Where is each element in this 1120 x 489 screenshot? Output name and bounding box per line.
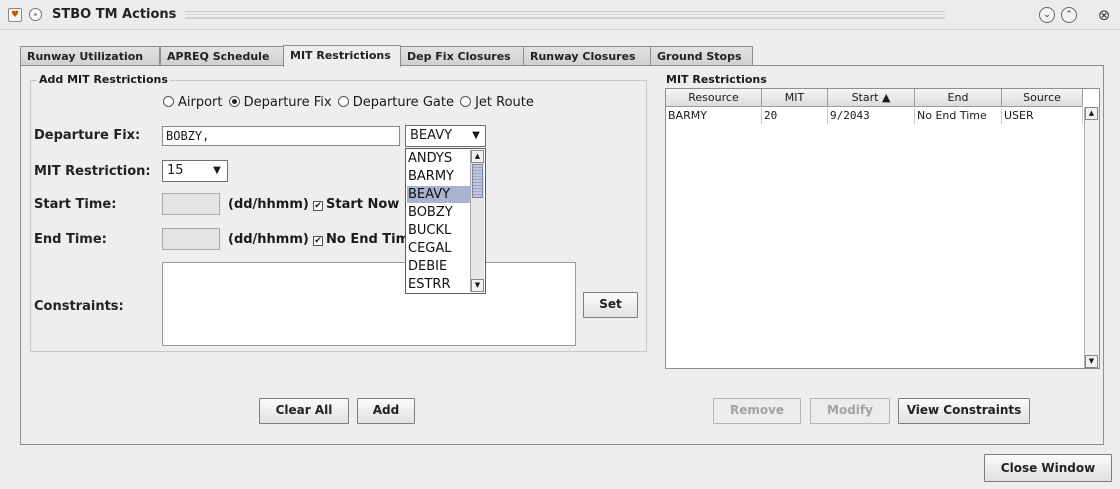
dropdown-item[interactable]: ESTRR bbox=[407, 276, 470, 293]
end-time-input[interactable] bbox=[162, 228, 220, 250]
table-cell-mit[interactable]: 20 bbox=[762, 108, 828, 124]
restriction-type-radios: Airport Departure Fix Departure Gate Jet… bbox=[163, 95, 536, 110]
departure-fix-label: Departure Fix: bbox=[34, 128, 141, 143]
start-time-format: (dd/hhmm) bbox=[228, 197, 309, 212]
radio-jet-route-icon bbox=[460, 96, 472, 107]
column-header-mit[interactable]: MIT bbox=[762, 89, 828, 107]
tab-mit-restrictions[interactable]: MIT Restrictions bbox=[283, 45, 401, 67]
set-button[interactable]: Set bbox=[583, 292, 638, 318]
no-end-time-checkbox[interactable]: ✔ No End Tim bbox=[313, 232, 409, 247]
scroll-down-icon[interactable]: ▼ bbox=[471, 279, 484, 292]
radio-departure-fix[interactable]: Departure Fix bbox=[228, 95, 332, 110]
radio-airport[interactable]: Airport bbox=[163, 95, 223, 110]
radio-departure-fix-icon bbox=[228, 96, 240, 107]
fix-combo-value: BEAVY bbox=[410, 128, 453, 143]
column-header-source[interactable]: Source bbox=[1002, 89, 1083, 107]
tab-runway-closures[interactable]: Runway Closures bbox=[523, 46, 651, 66]
chevron-down-icon: ▼ bbox=[472, 130, 480, 141]
radio-departure-gate-label: Departure Gate bbox=[352, 95, 454, 110]
close-window-button[interactable]: Close Window bbox=[984, 454, 1112, 482]
tab-dep-fix-closures[interactable]: Dep Fix Closures bbox=[400, 46, 524, 66]
dropdown-item[interactable]: DEBIE bbox=[407, 258, 470, 275]
dropdown-scrollbar[interactable]: ▲ ▼ bbox=[470, 150, 484, 292]
scroll-up-icon[interactable]: ▲ bbox=[1085, 107, 1098, 120]
table-cell-source[interactable]: USER bbox=[1002, 108, 1083, 124]
mit-value: 15 bbox=[167, 163, 184, 178]
scroll-up-icon[interactable]: ▲ bbox=[471, 150, 484, 163]
start-time-input[interactable] bbox=[162, 193, 220, 215]
constraints-label: Constraints: bbox=[34, 299, 124, 314]
dropdown-item[interactable]: BARMY bbox=[407, 168, 470, 185]
dropdown-item[interactable]: BUCKL bbox=[407, 222, 470, 239]
radio-jet-route[interactable]: Jet Route bbox=[460, 95, 534, 110]
start-now-checkbox[interactable]: ✔ Start Now bbox=[313, 197, 399, 212]
column-header-end[interactable]: End bbox=[915, 89, 1002, 107]
clear-all-button[interactable]: Clear All bbox=[259, 398, 349, 424]
radio-departure-gate[interactable]: Departure Gate bbox=[337, 95, 454, 110]
add-mit-group-title: Add MIT Restrictions bbox=[37, 73, 170, 86]
dropdown-item[interactable]: CEGAL bbox=[407, 240, 470, 257]
title-bar: ♥ STBO TM Actions ⌄ ⌃ ⊗ bbox=[0, 0, 1120, 30]
java-app-icon: ♥ bbox=[8, 8, 22, 22]
close-icon[interactable]: ⊗ bbox=[1095, 6, 1113, 24]
radio-departure-fix-label: Departure Fix bbox=[243, 95, 332, 110]
dropdown-item[interactable]: BOBZY bbox=[407, 204, 470, 221]
mit-restriction-label: MIT Restriction: bbox=[34, 164, 151, 179]
title-bar-grip bbox=[185, 11, 945, 19]
start-time-label: Start Time: bbox=[34, 197, 117, 212]
maximize-icon[interactable]: ⌃ bbox=[1061, 7, 1077, 23]
window-title: STBO TM Actions bbox=[52, 7, 177, 22]
column-header-start[interactable]: Start ▲ bbox=[828, 89, 915, 107]
dropdown-item[interactable]: ANDYS bbox=[407, 150, 470, 167]
radio-airport-icon bbox=[163, 96, 174, 107]
fix-dropdown-list[interactable]: ANDYS BARMY BEAVY BOBZY BUCKL CEGAL DEBI… bbox=[405, 148, 486, 294]
radio-departure-gate-icon bbox=[337, 96, 349, 107]
tab-runway-utilization[interactable]: Runway Utilization bbox=[20, 46, 160, 66]
add-button[interactable]: Add bbox=[357, 398, 415, 424]
view-constraints-button[interactable]: View Constraints bbox=[898, 398, 1030, 424]
end-time-format: (dd/hhmm) bbox=[228, 232, 309, 247]
table-cell-start[interactable]: 9/2043 bbox=[828, 108, 915, 124]
table-cell-end[interactable]: No End Time bbox=[915, 108, 1002, 124]
mit-restrictions-table: Resource MIT Start ▲ End Source BARMY 20… bbox=[665, 88, 1100, 369]
scroll-down-icon[interactable]: ▼ bbox=[1085, 355, 1098, 368]
no-end-time-label: No End Tim bbox=[326, 232, 410, 247]
constraints-textarea[interactable] bbox=[162, 262, 576, 346]
modify-button[interactable]: Modify bbox=[810, 398, 890, 424]
radio-jet-route-label: Jet Route bbox=[475, 95, 534, 110]
end-time-label: End Time: bbox=[34, 232, 107, 247]
fix-combo[interactable]: BEAVY ▼ bbox=[405, 125, 486, 147]
remove-button[interactable]: Remove bbox=[713, 398, 801, 424]
tab-ground-stops[interactable]: Ground Stops bbox=[650, 46, 753, 66]
scroll-thumb[interactable] bbox=[472, 164, 483, 198]
table-scrollbar[interactable]: ▲ ▼ bbox=[1084, 107, 1099, 368]
departure-fix-input[interactable]: BOBZY, bbox=[162, 126, 400, 146]
minimize-icon[interactable]: ⌄ bbox=[1039, 7, 1055, 23]
start-now-label: Start Now bbox=[326, 197, 400, 212]
table-cell-resource[interactable]: BARMY bbox=[666, 108, 762, 124]
checkbox-checked-icon: ✔ bbox=[313, 201, 323, 211]
chevron-down-icon: ▼ bbox=[213, 165, 221, 176]
mit-value-combo[interactable]: 15 ▼ bbox=[162, 160, 228, 182]
checkbox-checked-icon: ✔ bbox=[313, 236, 323, 246]
radio-airport-label: Airport bbox=[178, 95, 223, 110]
column-header-resource[interactable]: Resource bbox=[666, 89, 762, 107]
window-menu-icon[interactable] bbox=[29, 8, 42, 21]
mit-restrictions-title: MIT Restrictions bbox=[666, 73, 767, 86]
dropdown-item-selected[interactable]: BEAVY bbox=[407, 186, 470, 203]
tab-apreq-schedule[interactable]: APREQ Schedule bbox=[160, 46, 284, 66]
